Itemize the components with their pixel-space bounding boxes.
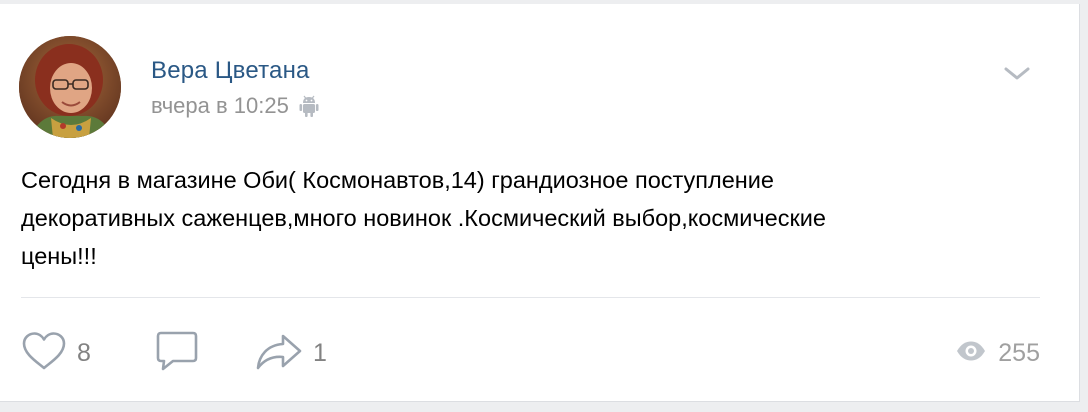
- like-button[interactable]: 8: [21, 330, 91, 376]
- share-count: 1: [313, 338, 327, 367]
- post-timestamp[interactable]: вчера в 10:25: [151, 93, 289, 119]
- share-arrow-icon: [255, 331, 303, 376]
- divider: [21, 297, 1040, 298]
- share-button[interactable]: 1: [255, 330, 327, 376]
- views-count: 255: [998, 338, 1040, 367]
- avatar[interactable]: [19, 36, 121, 138]
- heart-icon: [21, 331, 67, 376]
- post-text: Сегодня в магазине Оби( Космонавтов,14) …: [21, 167, 826, 269]
- post-actions: 8 1 255: [0, 330, 1080, 376]
- like-count: 8: [77, 338, 91, 367]
- author-name[interactable]: Вера Цветана: [151, 57, 310, 85]
- post-card: Вера Цветана вчера в 10:25 Сегодня в маг…: [0, 4, 1080, 402]
- post-meta: вчера в 10:25: [151, 93, 319, 119]
- android-icon: [299, 95, 319, 117]
- avatar-image: [19, 36, 121, 138]
- eye-icon: [956, 340, 986, 367]
- chevron-down-icon[interactable]: [1001, 59, 1033, 87]
- comment-button[interactable]: [155, 330, 209, 376]
- comment-bubble-icon: [155, 330, 199, 377]
- views-counter: 255: [956, 330, 1040, 376]
